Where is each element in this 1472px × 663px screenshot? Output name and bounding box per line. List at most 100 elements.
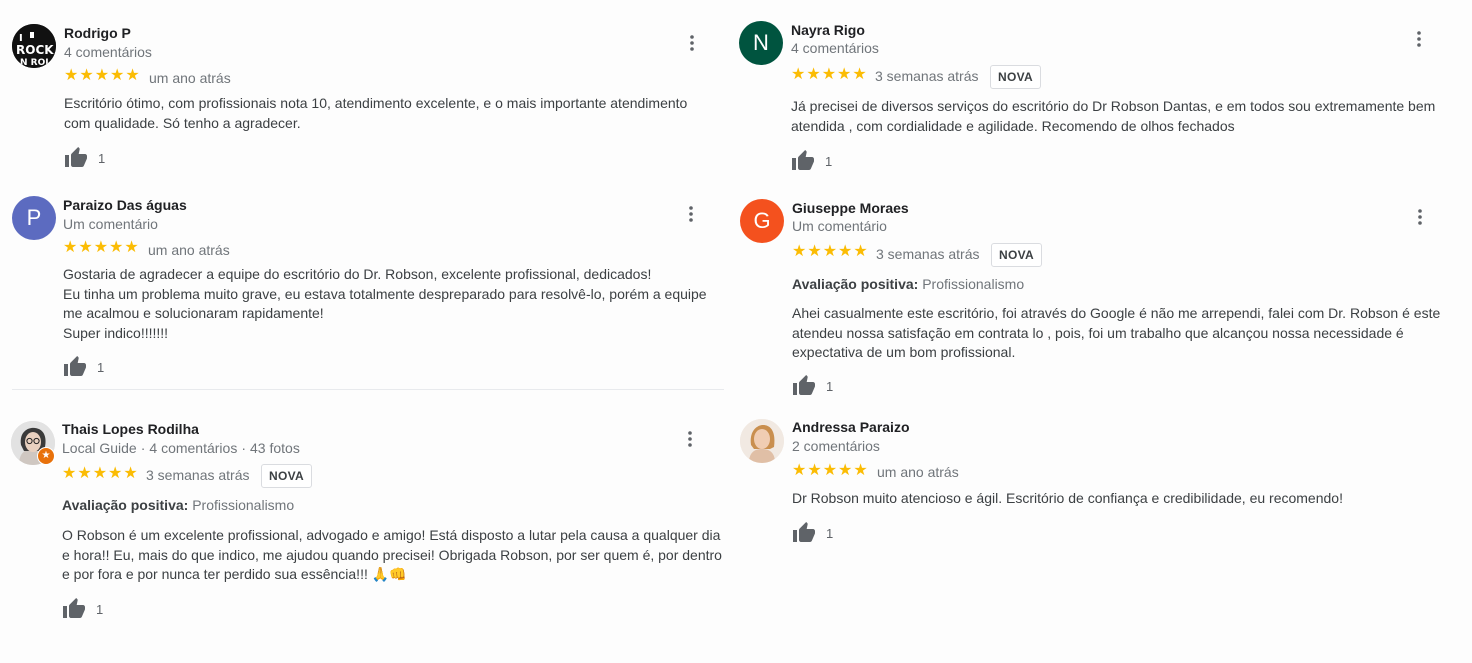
reviewer-name[interactable]: Rodrigo P — [64, 25, 131, 41]
review-text: O Robson é um excelente profissional, ad… — [62, 526, 722, 585]
more-options-button[interactable] — [1409, 29, 1429, 49]
star-icon: ★ — [853, 243, 868, 260]
local-guide-label: Local Guide — [62, 440, 137, 456]
reviewer-meta: 2 comentários — [792, 438, 880, 454]
star-icon: ★ — [125, 67, 140, 84]
like-count: 1 — [97, 359, 105, 375]
thumbs-up-icon — [65, 147, 87, 167]
star-icon: ★ — [62, 465, 77, 482]
like-button[interactable]: 1 — [792, 374, 833, 398]
star-icon: ★ — [64, 67, 79, 84]
reviewer-meta: Local Guide · 4 comentários · 43 fotos — [62, 440, 300, 456]
review-text: Gostaria de agradecer a equipe do escrit… — [63, 265, 725, 343]
review-date: 3 semanas atrás — [876, 246, 980, 262]
star-icon: ★ — [109, 239, 124, 256]
star-icon: ★ — [92, 465, 108, 482]
star-rating: ★ ★ ★ ★ ★ — [64, 68, 140, 84]
star-icon: ★ — [838, 243, 853, 260]
star-icon: ★ — [822, 243, 838, 260]
star-rating: ★ ★ ★ ★ ★ — [63, 240, 139, 256]
reviewer-name[interactable]: Andressa Paraizo — [792, 419, 910, 435]
reviewer-meta: 4 comentários — [791, 40, 879, 56]
star-icon: ★ — [806, 66, 821, 83]
star-icon: ★ — [792, 462, 807, 479]
like-count: 1 — [826, 525, 834, 541]
rock-logo-icon: I ROCK N ROL — [12, 24, 56, 68]
star-icon: ★ — [837, 66, 852, 83]
star-icon: ★ — [853, 462, 868, 479]
reviewer-name[interactable]: Paraizo Das águas — [63, 197, 187, 213]
highlight-label: Avaliação positiva: — [792, 276, 919, 292]
review-text-line: O Robson é um excelente profissional, ad… — [62, 527, 722, 582]
like-button[interactable]: 1 — [62, 597, 103, 621]
divider — [12, 389, 724, 390]
avatar[interactable]: P — [12, 196, 56, 240]
like-button[interactable]: 1 — [792, 521, 833, 545]
reviewer-meta: Um comentário — [63, 216, 158, 232]
like-button[interactable]: 1 — [63, 355, 104, 379]
like-button[interactable]: 1 — [64, 146, 105, 170]
review-date: um ano atrás — [148, 242, 230, 258]
review-text-line: Escritório ótimo, com profissionais nota… — [64, 95, 688, 131]
photo-count: 43 fotos — [250, 440, 300, 456]
review-text-line: Dr Robson muito atencioso e ágil. Escrit… — [792, 490, 1343, 506]
star-rating: ★ ★ ★ ★ ★ — [62, 466, 138, 482]
star-icon: ★ — [79, 67, 94, 84]
star-icon: ★ — [94, 67, 110, 84]
like-count: 1 — [96, 601, 104, 617]
star-icon: ★ — [807, 243, 822, 260]
more-options-button[interactable] — [1410, 207, 1430, 227]
avatar[interactable]: G — [740, 199, 784, 243]
avatar[interactable]: I ROCK N ROL — [12, 24, 56, 68]
star-icon: ★ — [123, 465, 138, 482]
like-button[interactable]: 1 — [791, 149, 832, 173]
new-badge: NOVA — [991, 243, 1042, 267]
more-options-button[interactable] — [680, 429, 700, 449]
new-badge: NOVA — [990, 65, 1041, 89]
star-icon: ★ — [792, 243, 807, 260]
more-vert-icon — [689, 206, 693, 222]
review-text-line: Já precisei de diversos serviços do escr… — [791, 98, 1436, 134]
review-text-line: Super indico!!!!!!! — [63, 324, 169, 341]
more-vert-icon — [1417, 31, 1421, 47]
review-text: Escritório ótimo, com profissionais nota… — [64, 94, 714, 133]
more-vert-icon — [1418, 209, 1422, 225]
highlight-value: Profissionalismo — [922, 276, 1025, 292]
review-text-line: Eu tinha um problema muito grave, eu est… — [63, 285, 707, 322]
thumbs-up-icon — [63, 598, 85, 618]
reviewer-name[interactable]: Thais Lopes Rodilha — [62, 421, 199, 437]
local-guide-badge-icon: ★ — [37, 447, 55, 465]
star-icon: ★ — [822, 462, 838, 479]
star-rating: ★ ★ ★ ★ ★ — [792, 463, 868, 479]
reviewer-meta: 4 comentários — [64, 44, 152, 60]
reviewer-meta: Um comentário — [792, 218, 887, 234]
thumbs-up-icon — [793, 522, 815, 542]
reviewer-name[interactable]: Giuseppe Moraes — [792, 200, 909, 216]
star-icon: ★ — [807, 462, 822, 479]
review-date: um ano atrás — [877, 464, 959, 480]
review-date: um ano atrás — [149, 70, 231, 86]
star-icon: ★ — [63, 239, 78, 256]
more-vert-icon — [688, 431, 692, 447]
more-vert-icon — [690, 35, 694, 51]
star-icon: ★ — [78, 239, 93, 256]
review-text: Dr Robson muito atencioso e ágil. Escrit… — [792, 489, 1452, 509]
more-options-button[interactable] — [682, 33, 702, 53]
thumbs-up-icon — [792, 150, 814, 170]
review-text: Já precisei de diversos serviços do escr… — [791, 97, 1455, 136]
thumbs-up-icon — [793, 375, 815, 395]
star-icon: ★ — [77, 465, 92, 482]
review-date: 3 semanas atrás — [875, 68, 979, 84]
avatar[interactable]: N — [739, 21, 783, 65]
reviewer-name[interactable]: Nayra Rigo — [791, 22, 865, 38]
star-icon: ★ — [838, 462, 853, 479]
thumbs-up-icon — [64, 356, 86, 376]
highlight-value: Profissionalismo — [192, 497, 295, 513]
avatar[interactable] — [740, 419, 784, 463]
review-text: Ahei casualmente este escritório, foi at… — [792, 304, 1454, 363]
review-highlight: Avaliação positiva: Profissionalismo — [62, 497, 294, 513]
review-text-line: Gostaria de agradecer a equipe do escrit… — [63, 266, 652, 282]
star-icon: ★ — [124, 239, 139, 256]
review-count: 4 comentários — [149, 440, 238, 456]
more-options-button[interactable] — [681, 204, 701, 224]
